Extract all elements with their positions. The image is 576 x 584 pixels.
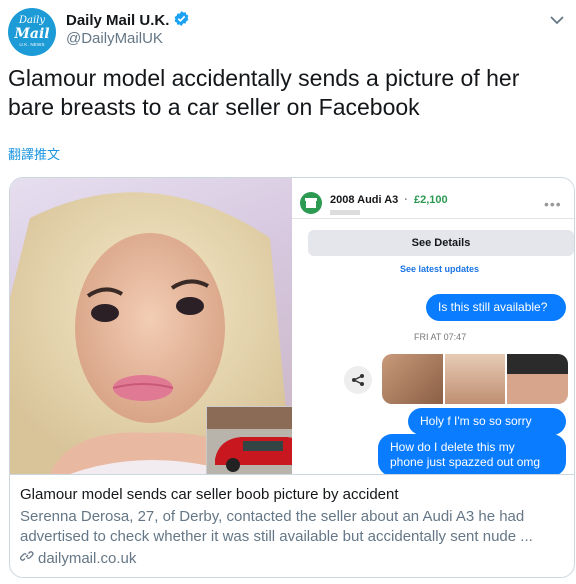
avatar-text-main: Mail (14, 26, 50, 43)
avatar[interactable]: Daily Mail U.K. NEWS (8, 8, 56, 56)
share-icon (344, 366, 372, 394)
card-description-line1: Serenna Derosa, 27, of Derby, contacted … (20, 508, 525, 525)
listing-separator: · (404, 194, 408, 206)
sent-photo-strip (382, 354, 569, 404)
message-delete-line1: How do I delete this my (390, 440, 515, 454)
account-name-row[interactable]: Daily Mail U.K. (66, 10, 190, 31)
listing-subtitle-blur (330, 210, 360, 215)
listing-title: 2008 Audi A3 (330, 194, 399, 206)
tweet-text: Glamour model accidentally sends a pictu… (8, 65, 520, 120)
card-domain[interactable]: dailymail.co.uk (38, 549, 136, 569)
verified-badge-icon (173, 10, 190, 31)
card-description: Serenna Derosa, 27, of Derby, contacted … (20, 507, 564, 547)
sent-photo-3 (507, 354, 569, 404)
card-text[interactable]: Glamour model sends car seller boob pict… (10, 474, 574, 577)
listing-title-row: 2008 Audi A3 · £2,100 (330, 194, 448, 206)
see-latest-updates: See latest updates (400, 264, 480, 274)
see-details-button: See Details (308, 230, 574, 256)
more-options-icon: ••• (544, 196, 562, 212)
card-image[interactable]: 2008 Audi A3 · £2,100 ••• See Details Se… (10, 178, 574, 474)
link-icon (19, 549, 34, 569)
account-handle[interactable]: @DailyMailUK (66, 30, 163, 47)
messenger-screenshot: 2008 Audi A3 · £2,100 ••• See Details Se… (292, 178, 574, 474)
card-description-line2: advertised to check whether it was still… (20, 528, 533, 545)
card-title[interactable]: Glamour model sends car seller boob pict… (20, 485, 564, 505)
card-domain-row[interactable]: dailymail.co.uk (19, 549, 564, 569)
listing-price: £2,100 (413, 194, 448, 206)
message-bubble-sorry: Holy f I'm so so sorry (408, 408, 566, 435)
avatar-text-top: Daily (18, 15, 46, 27)
message-bubble-available: Is this still available? (426, 294, 566, 321)
sent-photo-2 (444, 354, 506, 404)
chevron-down-icon[interactable] (550, 12, 564, 30)
listing-store-icon (300, 192, 322, 214)
message-delete-line2: phone just spazzed out omg (390, 455, 541, 469)
translate-tweet-link[interactable]: 翻譯推文 (8, 144, 60, 163)
message-bubble-delete: How do I delete this my phone just spazz… (378, 434, 566, 474)
avatar-text-sub: U.K. NEWS (19, 42, 45, 48)
sent-photo-1 (382, 354, 443, 404)
link-card[interactable]: 2008 Audi A3 · £2,100 ••• See Details Se… (9, 177, 575, 578)
account-name[interactable]: Daily Mail U.K. (66, 12, 169, 29)
message-timestamp: FRI AT 07:47 (414, 332, 467, 342)
